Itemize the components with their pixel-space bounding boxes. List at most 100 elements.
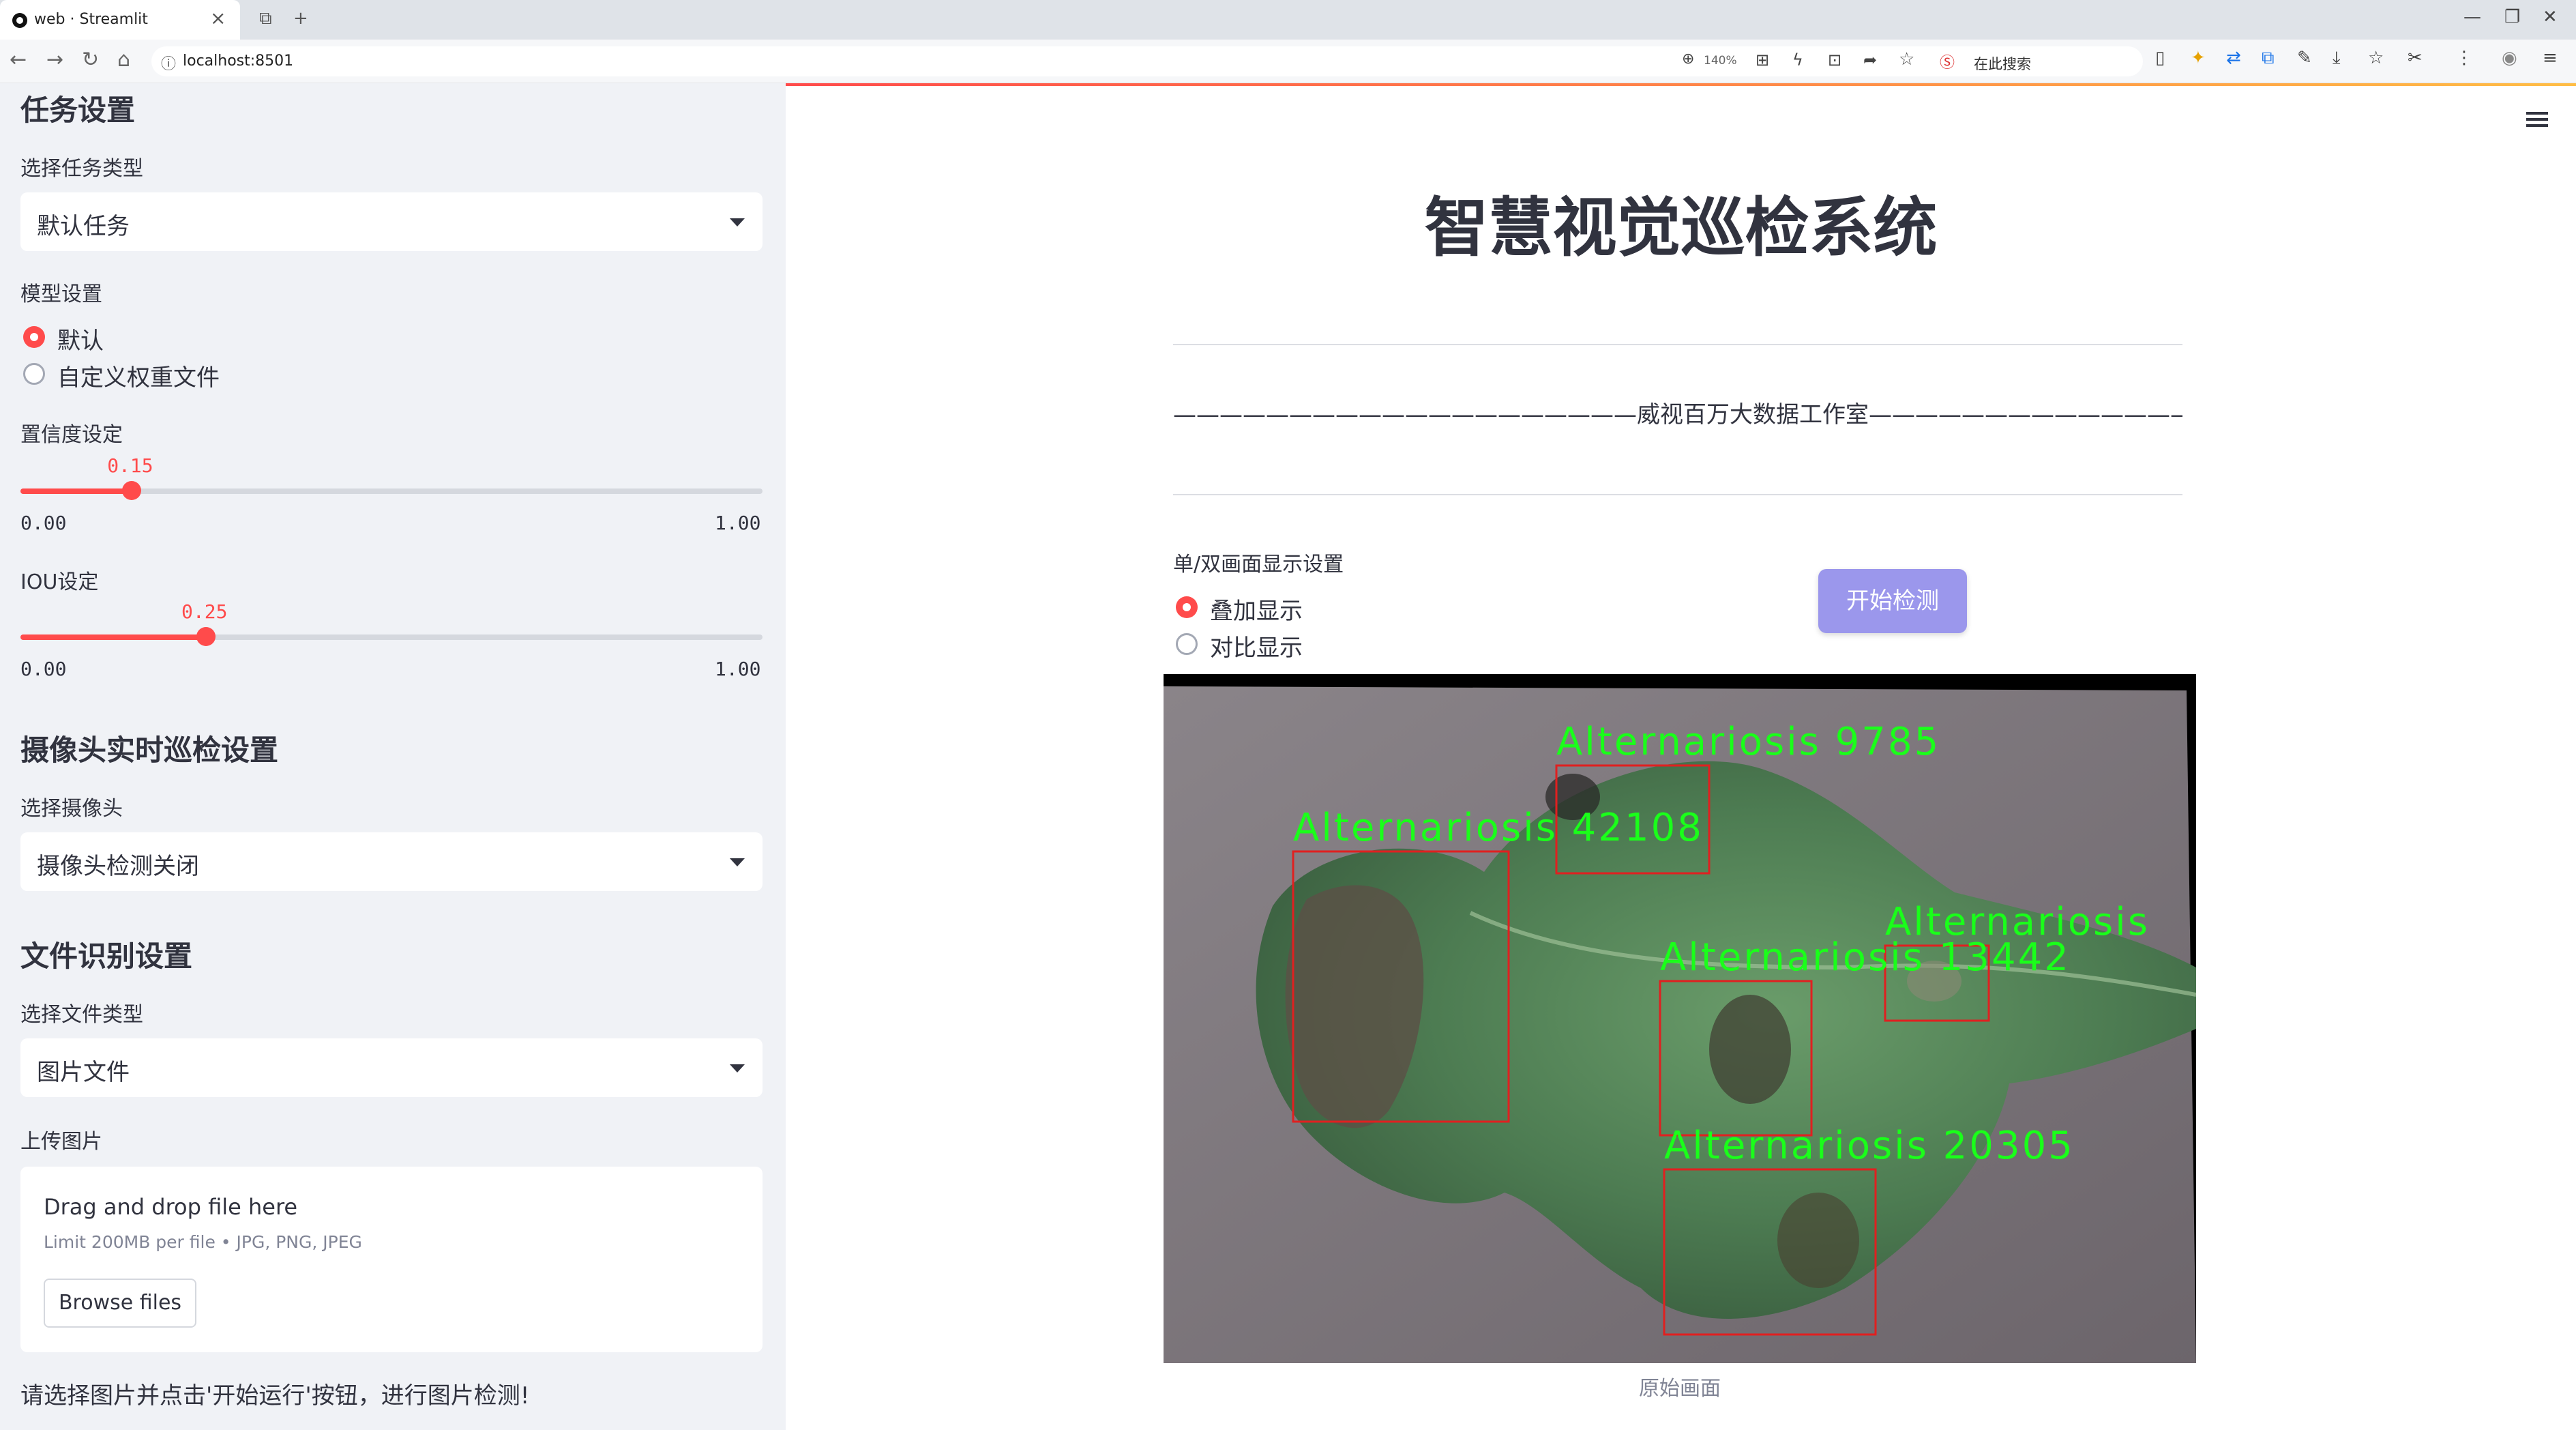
file-settings-header: 文件识别设置 [20, 939, 193, 973]
camera-value: 摄像头检测关闭 [37, 853, 199, 880]
iou-slider-fill [20, 634, 206, 640]
chevron-down-icon [730, 1064, 745, 1072]
confidence-min: 0.00 [20, 512, 67, 534]
model-default-label[interactable]: 默认 [57, 322, 104, 355]
upload-hint: 请选择图片并点击'开始运行'按钮，进行图片检测! [20, 1382, 530, 1410]
camera-label: 选择摄像头 [20, 797, 123, 821]
image-caption: 原始画面 [1639, 1377, 1721, 1401]
iou-slider[interactable] [20, 627, 763, 646]
lightning-icon[interactable]: ϟ [1792, 50, 1803, 70]
browser-search-box[interactable]: Ⓢ 在此搜索 [1936, 46, 2140, 76]
download-icon[interactable]: ⤓ [2333, 48, 2341, 69]
main-content: 智慧视觉巡检系统 ————————————————————威视百万大数据工作室—… [786, 83, 2576, 1430]
iou-label: IOU设定 [20, 570, 99, 594]
zoom-level: 140% [1704, 54, 1737, 68]
hamburger-menu-icon[interactable] [2526, 112, 2548, 127]
page-title: 智慧视觉巡检系统 [1424, 191, 1938, 265]
compare-display-radio[interactable] [1176, 633, 1198, 655]
browser-menu-icon[interactable]: ≡ [2543, 48, 2558, 68]
task-type-label: 选择任务类型 [20, 157, 143, 181]
url-field[interactable]: ⓘ localhost:8501 ⊕ 140% ⊞ ϟ ⊡ ➦ ☆ [151, 46, 2143, 76]
studio-banner: ————————————————————威视百万大数据工作室——————————… [1173, 401, 2182, 428]
new-tab-button[interactable]: + [293, 8, 308, 29]
model-custom-radio[interactable] [23, 363, 45, 385]
translate-ext-icon[interactable]: ⧉ [2262, 48, 2275, 69]
streamlit-favicon-icon [12, 13, 27, 28]
detection-label: Alternariosis 20305 [1664, 1124, 2075, 1168]
file-type-select[interactable]: 图片文件 [20, 1038, 763, 1097]
model-settings-label: 模型设置 [20, 282, 102, 306]
camera-select[interactable]: 摄像头检测关闭 [20, 832, 763, 891]
model-custom-label[interactable]: 自定义权重文件 [57, 359, 220, 392]
lesion-spot [1777, 1193, 1859, 1288]
task-settings-header: 任务设置 [20, 93, 136, 127]
model-default-radio[interactable] [23, 326, 45, 348]
forward-icon[interactable]: → [46, 48, 63, 72]
divider-bottom [1173, 494, 2182, 495]
sidebar: 任务设置 选择任务类型 默认任务 模型设置 默认 自定义权重文件 置信度设定 0… [0, 83, 786, 1430]
confidence-slider[interactable] [20, 481, 763, 500]
search-engine-icon[interactable]: Ⓢ [1940, 50, 1955, 72]
confidence-value: 0.15 [107, 454, 153, 477]
close-window-icon[interactable]: ✕ [2543, 7, 2558, 27]
site-info-icon[interactable]: ⓘ [161, 52, 176, 74]
top-accent-bar [786, 83, 2576, 86]
sync-icon[interactable]: ⇄ [2226, 48, 2241, 68]
browse-files-button[interactable]: Browse files [44, 1279, 196, 1328]
iou-min: 0.00 [20, 658, 67, 680]
favorites-icon[interactable]: ☆ [2368, 48, 2384, 68]
back-icon[interactable]: ← [10, 48, 27, 72]
overlay-display-label[interactable]: 叠加显示 [1210, 592, 1303, 626]
reading-icon[interactable]: ▯ [2155, 48, 2165, 68]
bookmark-star-icon[interactable]: ☆ [1899, 49, 1914, 70]
chevron-down-icon [730, 218, 745, 227]
restore-icon[interactable]: ❐ [2504, 7, 2520, 27]
translate-icon[interactable]: ⊞ [1756, 50, 1769, 70]
tab-groups-icon[interactable]: ⧉ [259, 8, 272, 29]
detection-label: Alternariosis 42108 [1293, 806, 1704, 850]
tab-title: web · Streamlit [34, 11, 148, 28]
detection-image: Alternariosis 9785 Alternariosis 42108 A… [1164, 674, 2196, 1363]
cut-icon[interactable]: ✂ [2408, 48, 2423, 68]
detection-label: Alternariosis 9785 [1556, 720, 1940, 764]
url-text[interactable]: localhost:8501 [183, 53, 293, 70]
divider-top [1173, 344, 2182, 345]
reload-icon[interactable]: ↻ [82, 48, 99, 72]
tab-close-icon[interactable]: × [210, 7, 226, 29]
task-type-select[interactable]: 默认任务 [20, 192, 763, 251]
screenshot-icon[interactable]: ⊡ [1828, 50, 1841, 70]
extension-icon[interactable]: ✦ [2191, 48, 2206, 68]
edit-icon[interactable]: ✎ [2297, 48, 2312, 68]
leaf-detection-svg: Alternariosis 9785 Alternariosis 42108 A… [1164, 686, 2196, 1363]
iou-slider-thumb[interactable] [196, 627, 216, 646]
uploader-title: Drag and drop file here [44, 1194, 298, 1220]
display-mode-label: 单/双画面显示设置 [1173, 553, 1344, 577]
browser-tab-bar: web · Streamlit × ⧉ + — ❐ ✕ [0, 0, 2576, 40]
profile-avatar-icon[interactable]: ◉ [2502, 48, 2517, 68]
upload-label: 上传图片 [20, 1130, 102, 1154]
browser-tab[interactable]: web · Streamlit × [0, 0, 240, 40]
confidence-max: 1.00 [715, 512, 761, 534]
search-placeholder: 在此搜索 [1974, 56, 2031, 72]
file-type-value: 图片文件 [37, 1059, 130, 1086]
more-menu-icon[interactable]: ⋮ [2455, 48, 2473, 68]
file-type-label: 选择文件类型 [20, 1003, 143, 1027]
task-type-value: 默认任务 [37, 213, 130, 240]
zoom-icon[interactable]: ⊕ [1682, 50, 1694, 68]
file-uploader-dropzone[interactable]: Drag and drop file here Limit 200MB per … [20, 1167, 763, 1352]
camera-settings-header: 摄像头实时巡检设置 [20, 733, 279, 767]
confidence-slider-thumb[interactable] [122, 481, 142, 500]
home-icon[interactable]: ⌂ [117, 48, 130, 72]
lesion-spot [1709, 995, 1791, 1104]
minimize-icon[interactable]: — [2463, 7, 2481, 27]
share-icon[interactable]: ➦ [1863, 50, 1877, 70]
confidence-slider-fill [20, 488, 132, 494]
confidence-label: 置信度设定 [20, 423, 123, 447]
overlay-display-radio[interactable] [1176, 596, 1198, 618]
detection-label: Alternariosis 13442 [1660, 935, 2071, 980]
uploader-limit: Limit 200MB per file • JPG, PNG, JPEG [44, 1232, 362, 1252]
chevron-down-icon [730, 858, 745, 866]
compare-display-label[interactable]: 对比显示 [1210, 629, 1303, 662]
start-detection-button[interactable]: 开始检测 [1818, 569, 1967, 633]
iou-value: 0.25 [181, 600, 228, 623]
